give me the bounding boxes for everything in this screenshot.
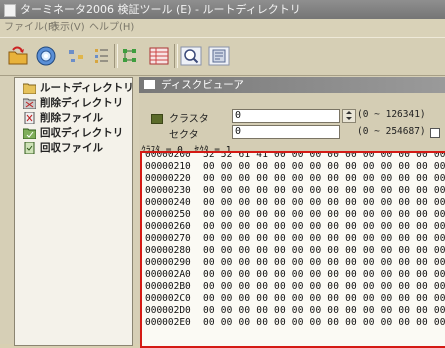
hex-row-bytes: 00 00 00 00 00 00 00 00 00 00 00 00 00 0… — [203, 209, 445, 220]
tree-item-label: 削除ファイル — [40, 112, 103, 124]
disk-viewer-panel: ディスクビューア クラスタ 0 (0 ~ 126341) セクタ 0 (0 ~ … — [139, 77, 445, 348]
sector-range: (0 ~ 254687) — [357, 126, 426, 137]
tree-item-label: 回収ファイル — [40, 142, 103, 154]
disc-icon[interactable] — [33, 44, 59, 68]
trash-folder-icon — [23, 98, 36, 109]
disk-viewer-title: ディスクビューア — [161, 79, 244, 91]
menu-view[interactable]: 表示(V) — [50, 19, 85, 37]
hex-row-address: 00000240 — [145, 197, 191, 208]
hex-row-bytes: 00 00 00 00 00 00 00 00 00 00 00 00 00 0… — [203, 305, 445, 316]
title-bar: ターミネータ2006 検証ツール (E) - ルートディレクトリ — [0, 0, 445, 19]
hex-row-address: 00000270 — [145, 233, 191, 244]
hex-row-bytes: 00 00 00 00 00 00 00 00 00 00 00 00 00 0… — [203, 257, 445, 268]
hex-row-address: 000002E0 — [145, 317, 191, 328]
cluster-spinner[interactable] — [342, 109, 356, 123]
hex-row-bytes: 00 00 00 00 00 00 00 00 00 00 00 00 00 0… — [203, 317, 445, 328]
trash-file-icon — [24, 112, 35, 124]
hex-row-address: 00000260 — [145, 221, 191, 232]
cluster-icon — [151, 114, 163, 124]
hex-row-address: 000002C0 — [145, 293, 191, 304]
open-folder-icon[interactable] — [5, 44, 31, 68]
folder-icon — [23, 83, 36, 94]
details-view-icon[interactable] — [146, 44, 172, 68]
app-window: ターミネータ2006 検証ツール (E) - ルートディレクトリ ファイル(F)… — [0, 0, 445, 348]
hex-row-address: 000002D0 — [145, 305, 191, 316]
tree-item-label: ルートディレクトリ — [40, 82, 134, 94]
search-icon[interactable] — [178, 44, 204, 68]
toolbar — [0, 37, 445, 76]
tree-item-label: 削除ディレクトリ — [40, 97, 124, 109]
option-checkbox[interactable] — [430, 128, 440, 138]
hex-row-address: 00000200 — [145, 151, 191, 160]
hex-row-bytes: 52 52 61 41 00 00 00 00 00 00 00 00 00 0… — [203, 151, 445, 160]
cluster-input[interactable]: 0 — [232, 109, 340, 123]
hex-row-bytes: 00 00 00 00 00 00 00 00 00 00 00 00 00 0… — [203, 221, 445, 232]
hex-row-bytes: 00 00 00 00 00 00 00 00 00 00 00 00 00 0… — [203, 161, 445, 172]
app-icon — [4, 4, 16, 17]
hex-row-bytes: 00 00 00 00 00 00 00 00 00 00 00 00 00 0… — [203, 185, 445, 196]
menu-help[interactable]: ヘルプ(H) — [89, 19, 134, 37]
hex-dump-view[interactable]: 00000200 52 52 61 41 00 00 00 00 00 00 00… — [140, 151, 445, 348]
hex-row-address: 00000230 — [145, 185, 191, 196]
tree-view-icon[interactable] — [118, 44, 144, 68]
hex-row-bytes: 00 00 00 00 00 00 00 00 00 00 00 00 00 0… — [203, 269, 445, 280]
tree-item-label: 回収ディレクトリ — [40, 127, 124, 139]
properties-icon[interactable] — [206, 44, 232, 68]
disk-viewer-title-bar: ディスクビューア — [139, 77, 445, 93]
window-icon — [144, 80, 155, 89]
menu-bar: ファイル(F) 表示(V) ヘルプ(H) — [0, 19, 445, 37]
hex-row-address: 000002A0 — [145, 269, 191, 280]
small-icons-view-icon[interactable] — [64, 44, 90, 68]
hex-row-address: 000002B0 — [145, 281, 191, 292]
hex-row-address: 00000250 — [145, 209, 191, 220]
cluster-label: クラスタ — [169, 114, 209, 125]
hex-row-address: 00000210 — [145, 161, 191, 172]
recovered-file-icon — [24, 142, 35, 154]
hex-row-bytes: 00 00 00 00 00 00 00 00 00 00 00 00 00 0… — [203, 245, 445, 256]
window-title: ターミネータ2006 検証ツール (E) - ルートディレクトリ — [20, 3, 301, 16]
sector-label: セクタ — [169, 130, 199, 141]
hex-row-bytes: 00 00 00 00 00 00 00 00 00 00 00 00 00 0… — [203, 173, 445, 184]
cluster-range: (0 ~ 126341) — [357, 109, 426, 120]
hex-row-address: 00000220 — [145, 173, 191, 184]
hex-row-bytes: 00 00 00 00 00 00 00 00 00 00 00 00 00 0… — [203, 197, 445, 208]
hex-row-address: 00000290 — [145, 257, 191, 268]
hex-row-address: 00000280 — [145, 245, 191, 256]
list-view-icon[interactable] — [89, 44, 115, 68]
hex-row-bytes: 00 00 00 00 00 00 00 00 00 00 00 00 00 0… — [203, 233, 445, 244]
folder-tree: ルートディレクトリ 削除ディレクトリ 削除ファイル 回収ディレクトリ 回収ファイ… — [14, 77, 134, 346]
hex-row-bytes: 00 00 00 00 00 00 00 00 00 00 00 00 00 0… — [203, 281, 445, 292]
sector-input[interactable]: 0 — [232, 125, 340, 139]
hex-row-bytes: 00 00 00 00 00 00 00 00 00 00 00 00 00 0… — [203, 293, 445, 304]
recovered-folder-icon — [23, 128, 36, 139]
